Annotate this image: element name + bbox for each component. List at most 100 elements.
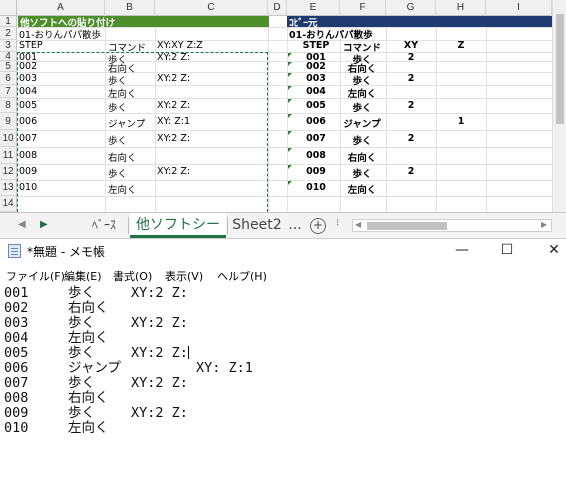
notepad-app-icon xyxy=(8,244,21,258)
notepad-line-segment: 008 xyxy=(4,390,29,406)
right-step-cell[interactable]: 008 xyxy=(288,150,344,161)
horizontal-scroll-thumb[interactable] xyxy=(367,222,447,230)
notepad-line-segment: 006 xyxy=(4,360,29,376)
right-command-cell[interactable]: 歩く xyxy=(340,100,384,114)
tab-next-icon[interactable]: ▶ xyxy=(40,219,48,230)
row-header-9[interactable]: 9 xyxy=(0,113,17,130)
row-header-12[interactable]: 12 xyxy=(0,164,17,180)
column-header-i[interactable]: I xyxy=(486,0,552,16)
right-header-band: ｺﾋﾟｰ元 xyxy=(287,16,552,29)
scroll-left-icon[interactable]: ◀ xyxy=(355,220,361,229)
text-caret xyxy=(187,346,189,359)
right-colhdr-step[interactable]: STEP xyxy=(288,40,344,51)
copy-marquee xyxy=(17,52,268,217)
notepad-menubar: ファイル(F) 編集(E) 書式(O) 表示(V) ヘルプ(H) xyxy=(0,265,566,285)
column-header-e[interactable]: E xyxy=(287,0,340,16)
tab-menu-icon[interactable]: ⁝ xyxy=(336,218,339,229)
minimize-button[interactable]: — xyxy=(442,239,482,263)
left-colhdr-step[interactable]: STEP xyxy=(19,40,43,51)
notepad-line-segment: 004 xyxy=(4,330,29,346)
right-xy-cell[interactable]: 2 xyxy=(386,133,436,144)
row-header-7[interactable]: 7 xyxy=(0,85,17,98)
row-header-4[interactable]: 4 xyxy=(0,52,17,62)
column-header-h[interactable]: H xyxy=(436,0,486,16)
right-xy-cell[interactable]: 2 xyxy=(386,52,436,63)
row-header-14[interactable]: 14 xyxy=(0,196,17,212)
right-command-cell[interactable]: 歩く xyxy=(340,73,384,87)
notepad-line-segment: 歩く xyxy=(68,375,95,391)
right-step-cell[interactable]: 003 xyxy=(288,73,344,84)
right-step-cell[interactable]: 002 xyxy=(288,61,344,72)
gridline-vertical xyxy=(268,16,269,212)
right-command-cell[interactable]: 左向く xyxy=(340,182,384,196)
add-sheet-icon[interactable]: + xyxy=(310,218,326,234)
notepad-line-segment: 左向く xyxy=(68,420,109,436)
row-header-2[interactable]: 2 xyxy=(0,27,17,40)
notepad-line-segment: 002 xyxy=(4,300,29,316)
notepad-line-segment: 003 xyxy=(4,315,29,331)
right-colhdr-z[interactable]: Z xyxy=(436,40,486,51)
vertical-scrollbar[interactable] xyxy=(552,0,566,212)
right-command-cell[interactable]: 右向く xyxy=(340,150,384,164)
tab-ellipsis[interactable]: ... xyxy=(286,213,304,238)
sheet-tab-bar: ◀ ▶ ﾍﾞｰｽ 他ソフトシート Sheet2 ... + ⁝ ◀ ▶ xyxy=(0,212,566,238)
right-xy-cell[interactable]: 2 xyxy=(386,100,436,111)
right-step-cell[interactable]: 005 xyxy=(288,100,344,111)
tab-sheet2[interactable]: Sheet2 xyxy=(229,213,285,238)
right-xy-cell[interactable]: 2 xyxy=(386,73,436,84)
row-header-13[interactable]: 13 xyxy=(0,180,17,196)
right-command-cell[interactable]: 歩く xyxy=(340,166,384,180)
right-step-cell[interactable]: 006 xyxy=(288,116,344,127)
row-header-5[interactable]: 5 xyxy=(0,61,17,72)
row-header-1[interactable]: 1 xyxy=(0,16,17,27)
vertical-scroll-thumb[interactable] xyxy=(556,14,564,124)
notepad-line-segment: 歩く xyxy=(68,405,95,421)
column-header-c[interactable]: C xyxy=(155,0,268,16)
right-step-cell[interactable]: 009 xyxy=(288,166,344,177)
left-title-cell[interactable]: 01-おりんパパ散歩 xyxy=(19,27,101,41)
notepad-line-segment: XY:2 Z: xyxy=(131,315,188,331)
column-header-f[interactable]: F xyxy=(340,0,386,16)
right-step-cell[interactable]: 004 xyxy=(288,86,344,97)
right-command-cell[interactable]: 左向く xyxy=(340,86,384,100)
notepad-line-segment: XY:2 Z: xyxy=(131,285,188,301)
right-step-cell[interactable]: 007 xyxy=(288,133,344,144)
tab-prev-icon[interactable]: ◀ xyxy=(18,219,26,230)
close-button[interactable]: ✕ xyxy=(534,239,566,263)
notepad-line-segment: 歩く xyxy=(68,345,95,361)
right-step-cell[interactable]: 010 xyxy=(288,182,344,193)
notepad-titlebar[interactable]: *無題 - メモ帳 — ☐ ✕ xyxy=(0,239,566,263)
menu-file[interactable]: ファイル(F) xyxy=(6,268,65,284)
row-header-6[interactable]: 6 xyxy=(0,72,17,85)
left-colhdr-xyz[interactable]: XY:XY Z:Z xyxy=(157,40,203,51)
right-command-cell[interactable]: ジャンプ xyxy=(340,116,384,130)
tab-separator xyxy=(128,217,129,234)
notepad-line-segment: 右向く xyxy=(68,300,109,316)
menu-view[interactable]: 表示(V) xyxy=(165,268,203,284)
tab-other-software[interactable]: 他ソフトシート xyxy=(130,213,226,238)
column-header-d[interactable]: D xyxy=(268,0,287,16)
notepad-line-segment: XY:2 Z: xyxy=(131,405,188,421)
right-xy-cell[interactable]: 2 xyxy=(386,166,436,177)
select-all-corner[interactable] xyxy=(0,0,17,16)
column-header-g[interactable]: G xyxy=(386,0,436,16)
scroll-right-icon[interactable]: ▶ xyxy=(541,220,547,229)
row-header-11[interactable]: 11 xyxy=(0,147,17,164)
row-header-10[interactable]: 10 xyxy=(0,130,17,147)
notepad-text-area[interactable]: 001 歩く XY:2 Z: 002 右向く 003 歩く XY:2 Z: 004 左向く 005 歩… xyxy=(4,285,562,492)
column-header-a[interactable]: A xyxy=(17,0,105,16)
notepad-line-segment: 007 xyxy=(4,375,29,391)
tab-base[interactable]: ﾍﾞｰｽ xyxy=(80,213,128,238)
right-colhdr-xy[interactable]: XY xyxy=(386,40,436,51)
notepad-line-segment: ジャンプ xyxy=(68,360,121,376)
right-command-cell[interactable]: 歩く xyxy=(340,133,384,147)
right-title-cell[interactable]: 01-おりんパパ散歩 xyxy=(289,27,373,41)
menu-help[interactable]: ヘルプ(H) xyxy=(217,268,267,284)
menu-edit[interactable]: 編集(E) xyxy=(64,268,102,284)
maximize-button[interactable]: ☐ xyxy=(487,239,527,263)
right-z-cell[interactable]: 1 xyxy=(436,116,486,127)
column-header-b[interactable]: B xyxy=(105,0,155,16)
horizontal-scrollbar[interactable]: ◀ ▶ xyxy=(352,219,552,232)
menu-format[interactable]: 書式(O) xyxy=(113,268,152,284)
row-header-8[interactable]: 8 xyxy=(0,98,17,113)
